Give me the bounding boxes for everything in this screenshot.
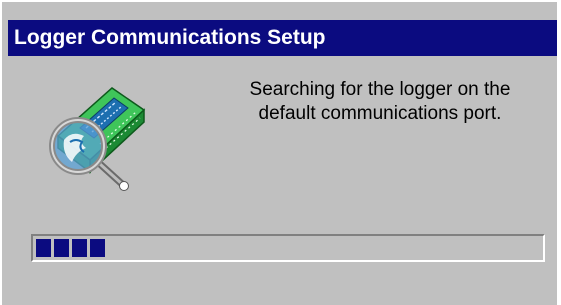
status-message: Searching for the logger on the default … [210, 78, 550, 126]
window-title: Logger Communications Setup [14, 26, 326, 49]
progress-bar [31, 234, 545, 262]
logger-magnifier-icon [40, 82, 160, 194]
progress-segment [72, 239, 87, 257]
progress-segment [90, 239, 105, 257]
screen-background [557, 0, 561, 305]
progress-segment [36, 239, 51, 257]
progress-track [36, 239, 540, 257]
title-bar[interactable]: Logger Communications Setup [8, 20, 557, 56]
status-message-line1: Searching for the logger on the [249, 79, 511, 100]
status-message-line2: default communications port. [258, 103, 502, 124]
progress-segment [54, 239, 69, 257]
